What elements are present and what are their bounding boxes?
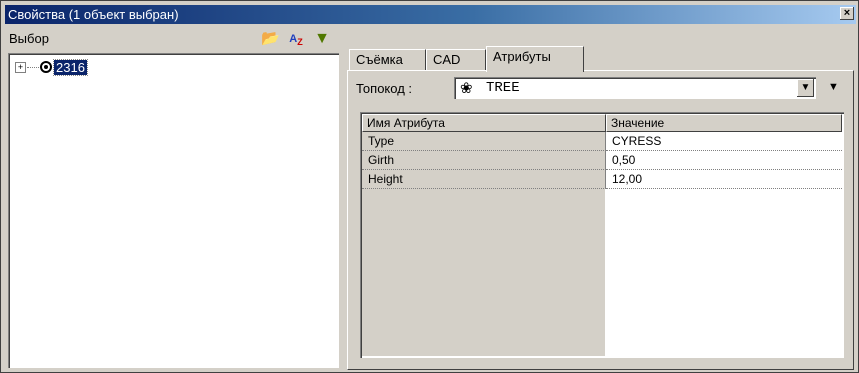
attribute-value[interactable]: 12,00	[606, 170, 842, 189]
attribute-grid[interactable]: Имя Атрибута Значение Type CYRESS Girth …	[360, 112, 844, 358]
tab-survey[interactable]: Съёмка	[349, 49, 426, 71]
chevron-down-icon[interactable]: ▼	[797, 79, 814, 97]
attribute-value[interactable]: CYRESS	[606, 132, 842, 151]
menu-arrow-icon[interactable]: ▼	[828, 81, 839, 93]
sort-az-icon[interactable]: AZ	[287, 30, 305, 48]
column-header-value[interactable]: Значение	[606, 114, 842, 132]
grid-header: Имя Атрибута Значение	[362, 114, 842, 132]
tab-cad[interactable]: CAD	[426, 49, 486, 71]
folder-icon[interactable]: 📂	[261, 30, 280, 48]
topocode-label: Топокод :	[356, 81, 413, 96]
table-row[interactable]: Height 12,00	[362, 170, 842, 189]
tab-attributes[interactable]: Атрибуты	[486, 46, 584, 72]
tree-node-label[interactable]: 2316	[53, 58, 88, 76]
topocode-select[interactable]: ❀ TREE ▼	[454, 77, 816, 99]
filter-icon[interactable]: ▼	[313, 30, 331, 48]
close-button[interactable]: ×	[840, 7, 854, 20]
properties-window: Свойства (1 объект выбран) × Выбор 📂 AZ …	[0, 0, 859, 373]
table-row[interactable]: Type CYRESS	[362, 132, 842, 151]
attribute-value[interactable]: 0,50	[606, 151, 842, 170]
tree-connector	[27, 66, 39, 68]
selection-label: Выбор	[9, 31, 49, 46]
column-header-name[interactable]: Имя Атрибута	[362, 114, 606, 132]
topocode-value: TREE	[486, 80, 520, 96]
grid-rows: Type CYRESS Girth 0,50 Height 12,00	[362, 132, 842, 189]
attribute-name: Height	[362, 170, 606, 189]
selection-tree[interactable]: + 2316	[8, 53, 339, 368]
point-icon	[40, 61, 52, 73]
expand-icon[interactable]: +	[15, 61, 26, 73]
attribute-name: Girth	[362, 151, 606, 170]
window-title: Свойства (1 объект выбран)	[8, 7, 179, 22]
tree-code-icon: ❀	[460, 80, 473, 97]
title-bar[interactable]: Свойства (1 объект выбран) ×	[5, 5, 856, 24]
tree-node[interactable]: + 2316	[15, 58, 88, 76]
selection-panel: Выбор 📂 AZ ▼ + 2316	[5, 28, 341, 370]
selection-header: Выбор 📂 AZ ▼	[5, 28, 341, 51]
attribute-name: Type	[362, 132, 606, 151]
attributes-panel: Топокод : ❀ TREE ▼ ▼ Имя Атрибута Значен…	[347, 70, 854, 370]
table-row[interactable]: Girth 0,50	[362, 151, 842, 170]
selection-toolbar: 📂 AZ ▼	[261, 30, 331, 48]
